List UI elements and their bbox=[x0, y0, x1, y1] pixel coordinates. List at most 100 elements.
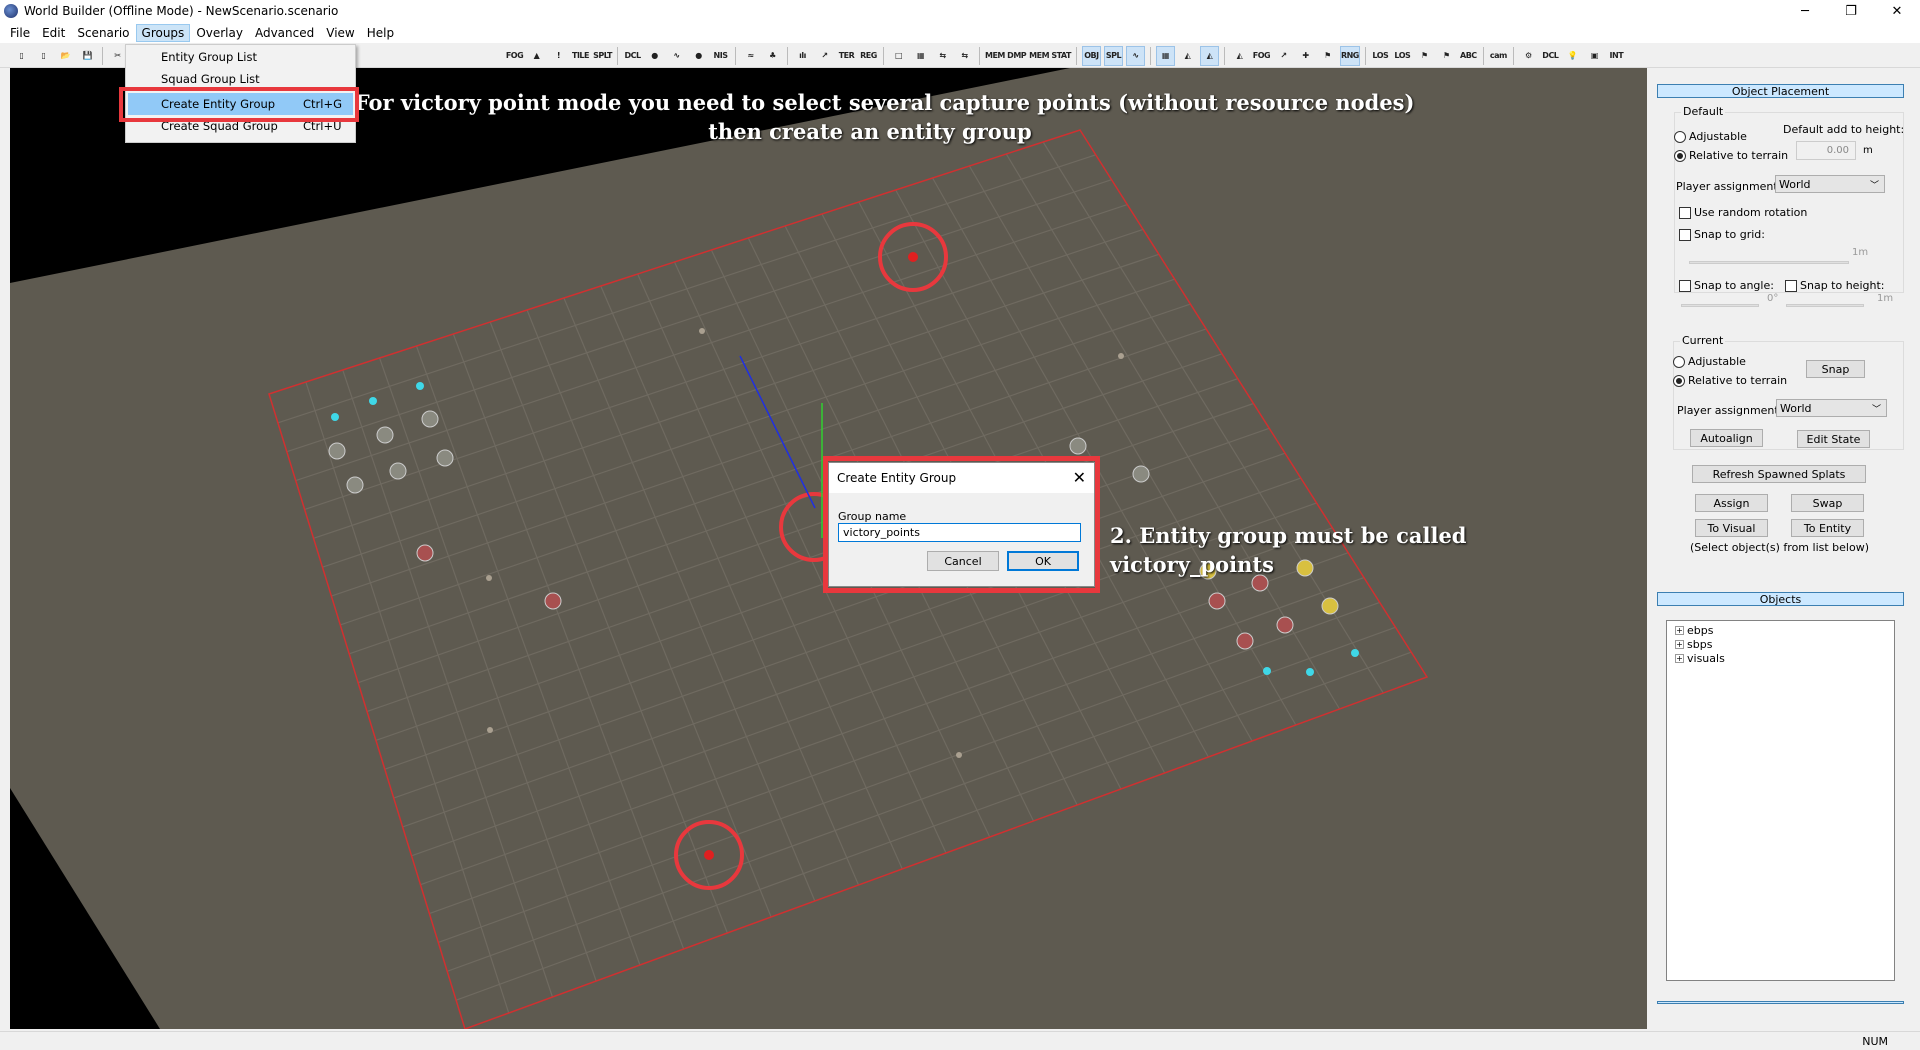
snap-button[interactable]: Snap bbox=[1806, 360, 1865, 378]
menu-edit[interactable]: Edit bbox=[36, 24, 71, 42]
toolbar-button-29[interactable]: ∿ bbox=[1125, 45, 1145, 66]
default-relative-radio[interactable]: Relative to terrain bbox=[1674, 149, 1788, 162]
snap-grid-slider[interactable] bbox=[1689, 261, 1849, 264]
minimize-button[interactable]: ─ bbox=[1782, 0, 1828, 22]
refresh-spawned-splats-button[interactable]: Refresh Spawned Splats bbox=[1692, 465, 1866, 483]
edit-state-button[interactable]: Edit State bbox=[1797, 430, 1870, 448]
menu-overlay[interactable]: Overlay bbox=[190, 24, 249, 42]
toolbar-button-10[interactable]: DCL bbox=[623, 46, 642, 66]
toolbar-button-45[interactable]: ⚙ bbox=[1519, 46, 1538, 66]
close-button[interactable]: ✕ bbox=[1874, 0, 1920, 22]
random-rotation-checkbox[interactable]: Use random rotation bbox=[1679, 206, 1807, 219]
menu-view[interactable]: View bbox=[320, 24, 360, 42]
toolbar-button-35[interactable]: ↗ bbox=[1274, 46, 1293, 66]
toolbar-button-41[interactable]: ⚑ bbox=[1415, 46, 1434, 66]
toolbar-button-15[interactable]: ≈ bbox=[741, 46, 760, 66]
toolbar-button-20[interactable]: REG bbox=[859, 46, 878, 66]
autoalign-button[interactable]: Autoalign bbox=[1690, 429, 1763, 447]
menu-scenario[interactable]: Scenario bbox=[71, 24, 135, 42]
toolbar-button-8[interactable]: TILE bbox=[571, 46, 590, 66]
toolbar-button-28[interactable]: SPL bbox=[1103, 45, 1123, 66]
menu-help[interactable]: Help bbox=[361, 24, 400, 42]
toolbar-separator bbox=[735, 46, 736, 65]
toolbar-button-43[interactable]: ABC bbox=[1459, 46, 1478, 66]
default-player-select[interactable]: World ﹀ bbox=[1775, 175, 1885, 193]
toolbar-button-25[interactable]: MEM DMP bbox=[985, 46, 1027, 66]
current-adjustable-radio[interactable]: Adjustable bbox=[1673, 355, 1746, 368]
toolbar-button-7[interactable]: ! bbox=[549, 46, 568, 66]
toolbar-button-48[interactable]: ▣ bbox=[1585, 46, 1604, 66]
objects-tree[interactable]: + ebps + sbps + visuals bbox=[1666, 620, 1895, 981]
num-lock-indicator: NUM bbox=[1862, 1035, 1888, 1048]
expand-icon[interactable]: + bbox=[1675, 626, 1684, 635]
toolbar-button-46[interactable]: DCL bbox=[1541, 46, 1560, 66]
toolbar-button-0[interactable]: ▯ bbox=[12, 46, 31, 66]
toolbar-button-3[interactable]: 💾 bbox=[78, 46, 97, 66]
expand-icon[interactable]: + bbox=[1675, 640, 1684, 649]
toolbar-button-19[interactable]: TER bbox=[837, 46, 856, 66]
toolbar-button-33[interactable]: ◭ bbox=[1230, 46, 1249, 66]
toolbar-button-9[interactable]: SPLT bbox=[593, 46, 612, 66]
current-relative-radio[interactable]: Relative to terrain bbox=[1673, 374, 1787, 387]
toolbar-button-13[interactable]: ● bbox=[689, 46, 708, 66]
toolbar-button-36[interactable]: ✚ bbox=[1296, 46, 1315, 66]
snap-angle-checbox[interactable]: Snap to angle: bbox=[1679, 279, 1774, 292]
to-entity-button[interactable]: To Entity bbox=[1791, 519, 1864, 537]
toolbar-button-37[interactable]: ⚑ bbox=[1318, 46, 1337, 66]
toolbar-button-21[interactable]: □ bbox=[889, 46, 908, 66]
toolbar-button-34[interactable]: FOG bbox=[1252, 46, 1271, 66]
toolbar-button-31[interactable]: ◭ bbox=[1178, 46, 1197, 66]
menu-groups[interactable]: Groups bbox=[135, 23, 191, 42]
toolbar-button-23[interactable]: ⇆ bbox=[933, 46, 952, 66]
toolbar-button-17[interactable]: ılı bbox=[793, 46, 812, 66]
toolbar-button-24[interactable]: ⇆ bbox=[955, 46, 974, 66]
toolbar-button-16[interactable]: ♣ bbox=[763, 46, 782, 66]
toolbar-button-12[interactable]: ∿ bbox=[667, 46, 686, 66]
tree-item-ebps[interactable]: + ebps bbox=[1675, 624, 1713, 637]
swap-button[interactable]: Swap bbox=[1791, 494, 1864, 512]
menu-file[interactable]: File bbox=[4, 24, 36, 42]
toolbar-button-32[interactable]: ◭ bbox=[1199, 45, 1219, 66]
snap-grid-checkbox[interactable]: Snap to grid: bbox=[1679, 228, 1765, 241]
toolbar-button-6[interactable]: ▲ bbox=[527, 46, 546, 66]
toolbar-button-18[interactable]: ↗ bbox=[815, 46, 834, 66]
panel-footer-bar bbox=[1657, 1001, 1904, 1004]
tree-item-visuals[interactable]: + visuals bbox=[1675, 652, 1725, 665]
current-player-select[interactable]: World ﹀ bbox=[1776, 399, 1887, 417]
group-name-input[interactable] bbox=[838, 523, 1081, 542]
tree-item-sbps[interactable]: + sbps bbox=[1675, 638, 1712, 651]
snap-angle-slider[interactable] bbox=[1681, 304, 1759, 307]
toolbar-button-30[interactable]: ▦ bbox=[1155, 45, 1175, 66]
toolbar-button-5[interactable]: FOG bbox=[505, 46, 524, 66]
toolbar-button-49[interactable]: INT bbox=[1607, 46, 1626, 66]
assign-button[interactable]: Assign bbox=[1695, 494, 1768, 512]
toolbar-button-40[interactable]: LOS bbox=[1393, 46, 1412, 66]
toolbar-button-42[interactable]: ⚑ bbox=[1437, 46, 1456, 66]
toolbar-button-11[interactable]: ● bbox=[645, 46, 664, 66]
dialog-close-icon[interactable]: ✕ bbox=[1073, 468, 1086, 487]
toolbar-button-38[interactable]: RNG bbox=[1339, 45, 1360, 66]
menu-advanced[interactable]: Advanced bbox=[249, 24, 320, 42]
default-adjustable-radio[interactable]: Adjustable bbox=[1674, 130, 1747, 143]
toolbar-button-22[interactable]: ▦ bbox=[911, 46, 930, 66]
toolbar-separator bbox=[1075, 46, 1077, 65]
toolbar-button-26[interactable]: MEM STAT bbox=[1029, 46, 1071, 66]
ok-button[interactable]: OK bbox=[1007, 551, 1079, 571]
toolbar-button-2[interactable]: 📂 bbox=[56, 46, 75, 66]
toolbar-button-14[interactable]: NIS bbox=[711, 46, 730, 66]
expand-icon[interactable]: + bbox=[1675, 654, 1684, 663]
unit-object bbox=[1321, 597, 1339, 615]
cancel-button[interactable]: Cancel bbox=[927, 551, 999, 571]
toolbar-button-27[interactable]: OBJ bbox=[1081, 45, 1101, 66]
to-visual-button[interactable]: To Visual bbox=[1695, 519, 1768, 537]
restore-button[interactable]: ❐ bbox=[1828, 0, 1874, 22]
menu-item-entity-group-list[interactable]: Entity Group List bbox=[128, 46, 353, 68]
snap-height-checkbox[interactable]: Snap to height: bbox=[1785, 279, 1884, 292]
snap-height-slider[interactable] bbox=[1786, 304, 1864, 307]
toolbar-button-44[interactable]: cam bbox=[1489, 46, 1508, 66]
toolbar-button-39[interactable]: LOS bbox=[1371, 46, 1390, 66]
toolbar-button-1[interactable]: ▯ bbox=[34, 46, 53, 66]
height-input[interactable]: 0.00 bbox=[1796, 141, 1856, 160]
small-object bbox=[699, 328, 705, 334]
toolbar-button-47[interactable]: 💡 bbox=[1563, 46, 1582, 66]
